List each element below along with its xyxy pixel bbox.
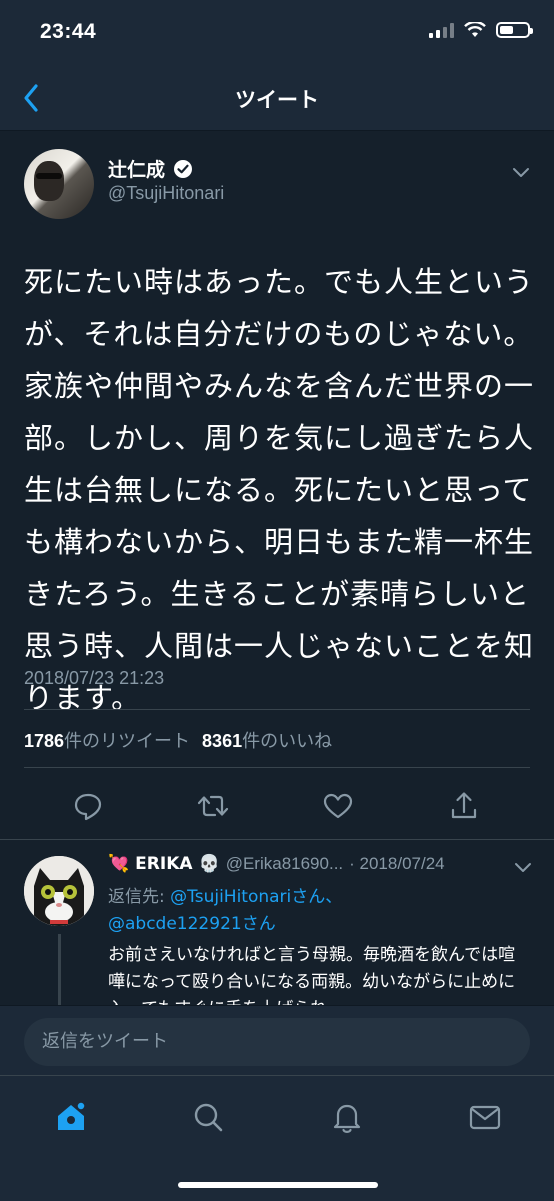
reply-to-mention-1[interactable]: @TsujiHitonariさん [170,887,325,907]
divider [0,839,554,840]
reply-composer: 返信をツイート [0,1005,554,1076]
author-handle[interactable]: @TsujiHitonari [108,183,224,204]
chevron-down-icon[interactable] [512,856,534,878]
reply-icon[interactable] [68,786,108,826]
reply-author-avatar[interactable] [24,856,94,926]
like-count: 8361 [202,731,243,751]
like-heart-icon[interactable] [318,786,358,826]
reply-author-name[interactable]: ERIKA [135,854,192,874]
heart-emoji: 💘 [108,854,130,874]
reply-input[interactable]: 返信をツイート [24,1018,530,1066]
tweet-timestamp: 2018/07/23 21:23 [24,668,165,688]
reply-to-separator: 、 [325,887,343,907]
author-display-name[interactable]: 辻仁成 [108,155,165,182]
home-indicator[interactable] [178,1182,378,1188]
author-avatar[interactable] [24,149,94,219]
retweet-count: 1786 [24,731,65,751]
wifi-icon [464,22,486,37]
divider [24,709,530,710]
chevron-down-icon[interactable] [510,161,532,183]
tweet-actions [0,786,554,826]
reply-to-mention-2[interactable]: @abcde122921さん [108,914,276,934]
verified-badge-icon [174,159,193,178]
retweet-count-link[interactable]: 1786件のリツイート [24,727,190,753]
like-count-label: 件のいいね [242,731,333,752]
search-icon[interactable] [187,1096,229,1138]
home-icon[interactable] [50,1096,92,1138]
reply-tweet[interactable]: 💘 ERIKA 💀 @Erika81690... · 2018/07/24 返信… [0,842,554,1007]
author-name-row[interactable]: 辻仁成 [108,155,193,182]
battery-icon [496,22,533,38]
notifications-bell-icon[interactable] [326,1096,368,1138]
status-icons [429,22,533,38]
navigation-bar: ツイート [0,66,554,131]
retweet-count-label: 件のリツイート [64,731,191,752]
skull-emoji: 💀 [198,854,220,874]
reply-to-line: 返信先: @TsujiHitonariさん、 @abcde122921さん [108,884,528,938]
divider [24,767,530,768]
cat-avatar-image [24,856,94,926]
tweet-stats: 1786件のリツイート 8361件のいいね [24,727,332,753]
page-title: ツイート [235,88,319,112]
reply-author-handle[interactable]: @Erika81690... [226,854,343,874]
retweet-icon[interactable] [193,786,233,826]
share-icon[interactable] [444,786,484,826]
reply-to-label: 返信先: [108,887,171,907]
cellular-signal-icon [429,22,454,38]
reply-date: · 2018/07/24 [349,854,445,873]
status-bar: 23:44 [0,0,554,66]
tweet-text: 死にたい時はあった。でも人生というが、それは自分だけのものじゃない。家族や仲間や… [24,265,535,715]
like-count-link[interactable]: 8361件のいいね [202,727,332,753]
thread-line [58,934,61,1007]
status-time: 23:44 [40,20,97,43]
reply-text: お前さえいなければと言う母親。毎晩酒を飲んでは喧嘩になって殴り合いになる両親。幼… [108,945,516,1007]
reply-header: 💘 ERIKA 💀 @Erika81690... · 2018/07/24 [108,854,445,874]
messages-envelope-icon[interactable] [464,1096,506,1138]
